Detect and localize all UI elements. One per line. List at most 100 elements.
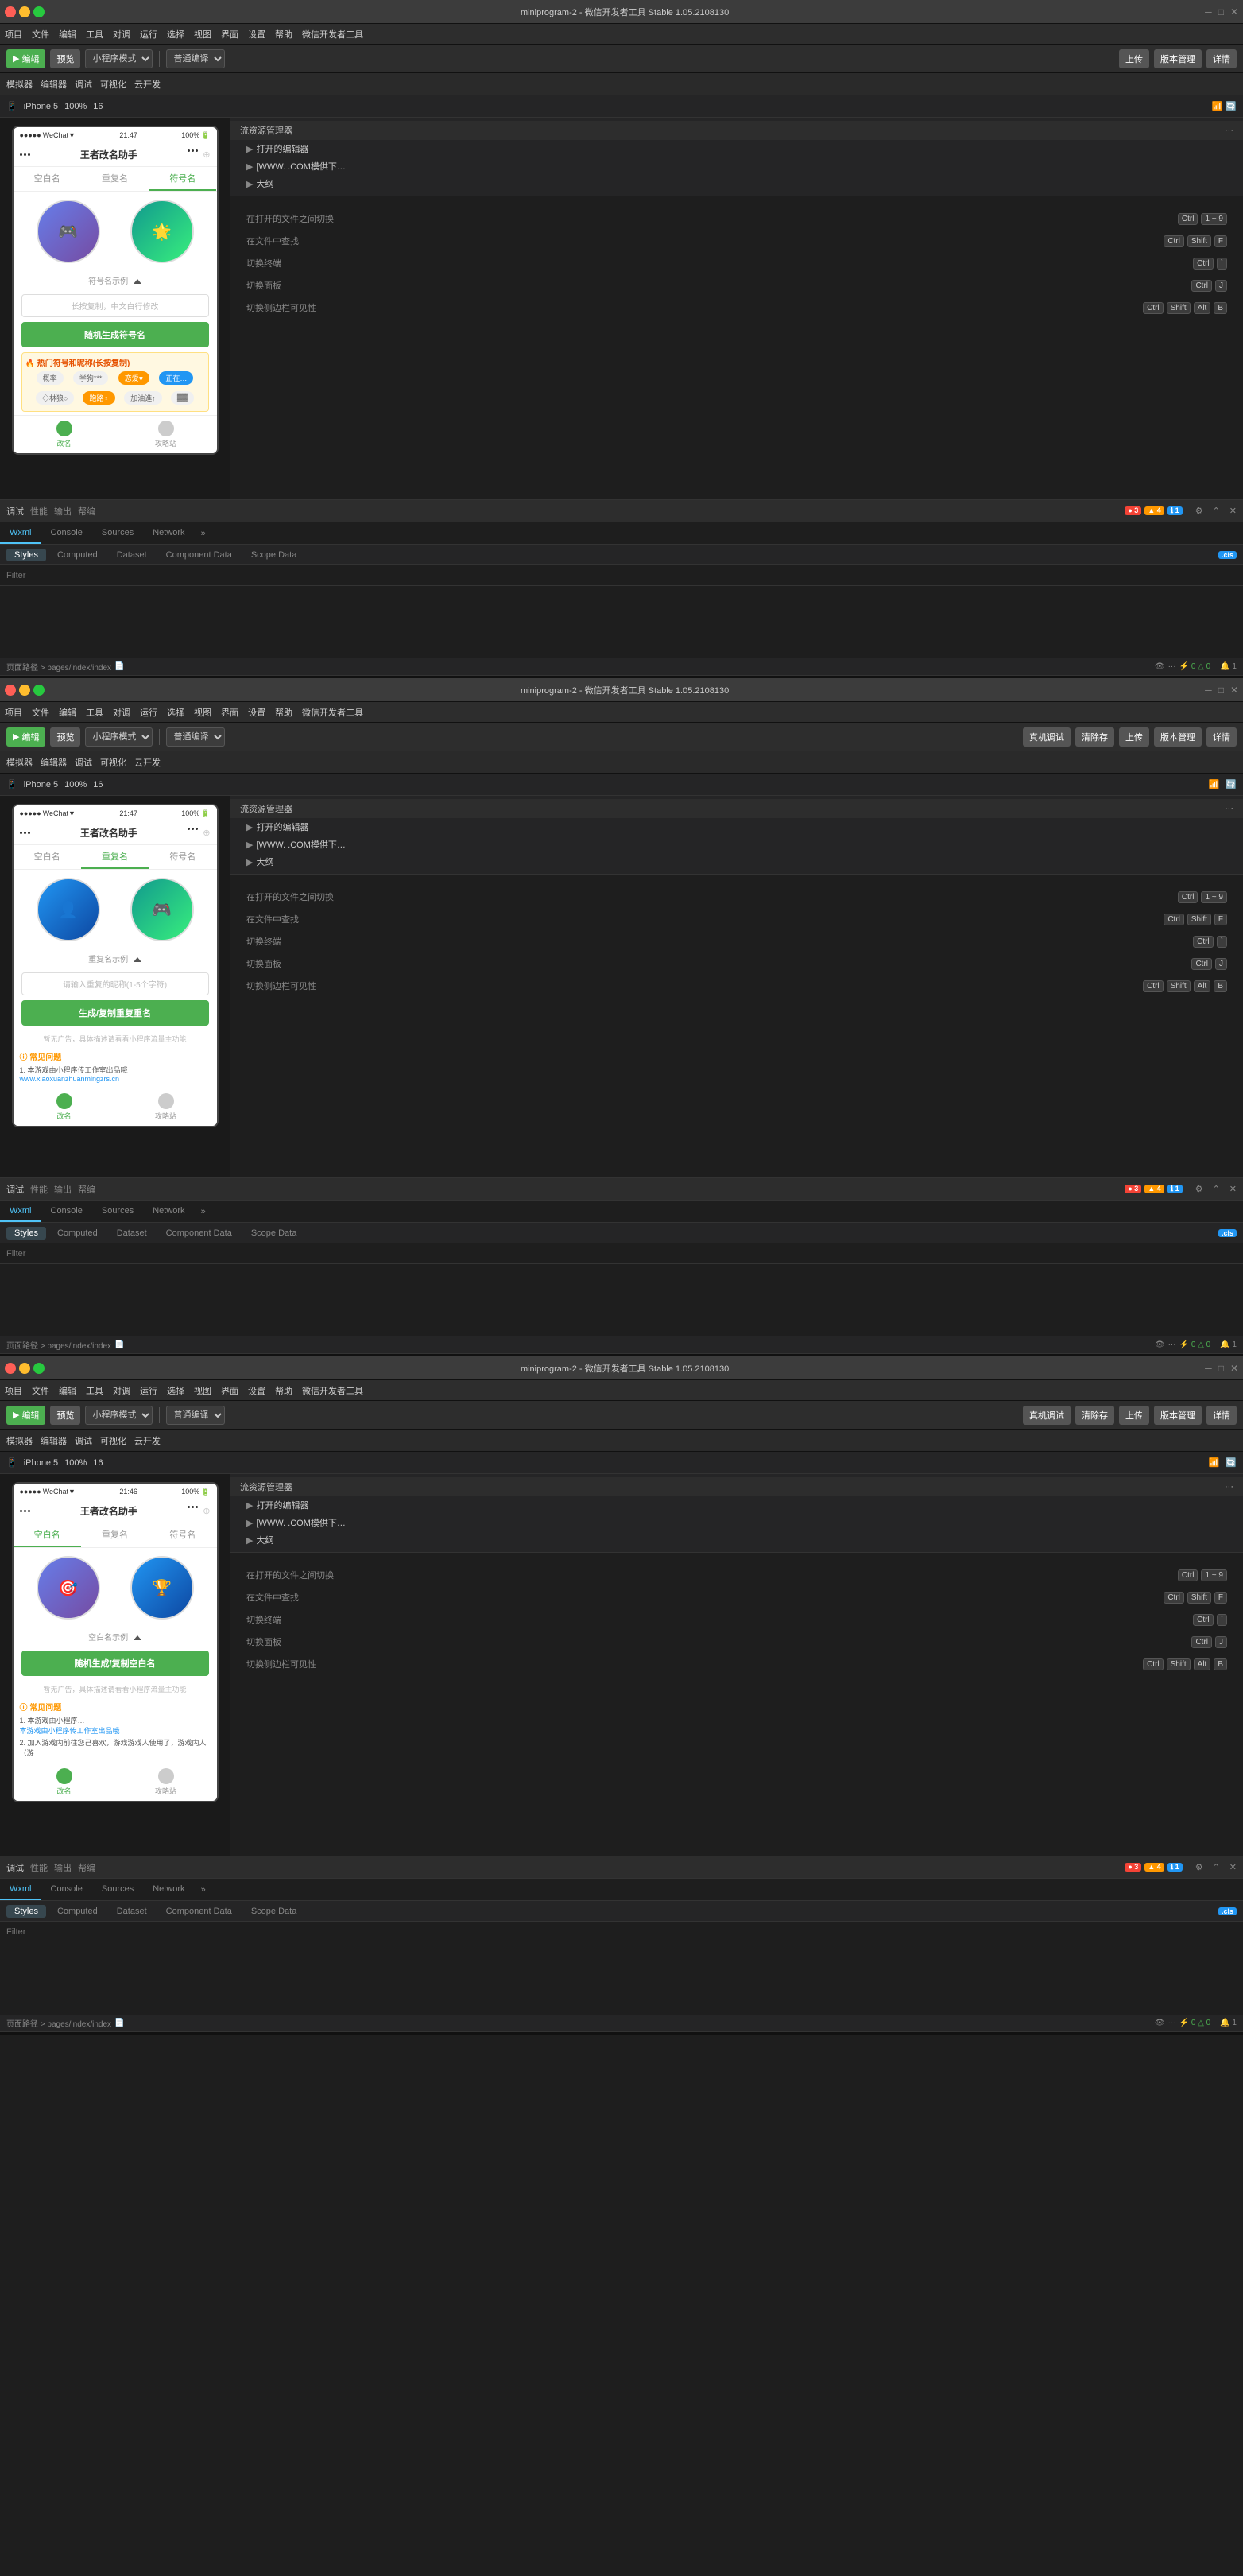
phone-gen-btn-1[interactable]: 随机生成符号名 bbox=[21, 322, 209, 347]
close-devtools-icon-1[interactable]: ✕ bbox=[1229, 506, 1237, 516]
menu-wechat-3[interactable]: 微信开发者工具 bbox=[302, 1384, 363, 1397]
subtool-cloud-1[interactable]: 云开发 bbox=[134, 78, 161, 91]
dst-scopedata-1[interactable]: Scope Data bbox=[243, 549, 304, 561]
detail-btn-2[interactable]: 详情 bbox=[1206, 727, 1237, 747]
dt-wxml-1[interactable]: Wxml bbox=[0, 522, 41, 544]
devtools-tab-output-2[interactable]: 输出 bbox=[54, 1183, 72, 1196]
menu-project-2[interactable]: 项目 bbox=[5, 706, 22, 719]
dt-wxml-3[interactable]: Wxml bbox=[0, 1879, 41, 1900]
menu-view-1[interactable]: 视图 bbox=[194, 28, 211, 41]
translate-select-1[interactable]: 普通编译 bbox=[166, 49, 225, 68]
menu-settings-3[interactable]: 设置 bbox=[248, 1384, 265, 1397]
compile-btn-1[interactable]: ▶ 编辑 bbox=[6, 49, 45, 68]
phone-input-2[interactable]: 请输入重复的昵称(1-5个字符) bbox=[21, 972, 209, 995]
dst-computed-2[interactable]: Computed bbox=[49, 1227, 106, 1240]
menu-interface-3[interactable]: 界面 bbox=[221, 1384, 238, 1397]
menu-debug-1[interactable]: 对调 bbox=[113, 28, 130, 41]
upload-btn-1[interactable]: 上传 bbox=[1119, 49, 1149, 68]
subtool-editor-2[interactable]: 编辑器 bbox=[41, 756, 67, 769]
menu-settings-2[interactable]: 设置 bbox=[248, 706, 265, 719]
minimize-icon-2[interactable]: ─ bbox=[1205, 685, 1212, 696]
detail-btn-3[interactable]: 详情 bbox=[1206, 1406, 1237, 1425]
nav-strategy-3[interactable]: 攻略站 bbox=[115, 1763, 217, 1801]
subtool-simulator-2[interactable]: 模拟器 bbox=[6, 756, 33, 769]
menu-select-3[interactable]: 选择 bbox=[167, 1384, 184, 1397]
dst-dataset-2[interactable]: Dataset bbox=[109, 1227, 155, 1240]
devtools-tab-output-1[interactable]: 输出 bbox=[54, 505, 72, 518]
translate-select-2[interactable]: 普通编译 bbox=[166, 727, 225, 747]
file-tree-more-1[interactable]: ··· bbox=[1225, 126, 1233, 135]
real-test-btn-3[interactable]: 真机调试 bbox=[1023, 1406, 1071, 1425]
settings-icon-3[interactable]: ⚙ bbox=[1195, 1862, 1203, 1872]
tab-repeat-name-3[interactable]: 重复名 bbox=[81, 1523, 149, 1547]
dst-dataset-3[interactable]: Dataset bbox=[109, 1905, 155, 1918]
subtool-cloud-3[interactable]: 云开发 bbox=[134, 1434, 161, 1447]
dt-network-2[interactable]: Network bbox=[143, 1201, 194, 1222]
maximize-icon-3[interactable]: □ bbox=[1218, 1363, 1224, 1374]
cls-badge-3[interactable]: .cls bbox=[1218, 1907, 1237, 1915]
max-btn-2[interactable] bbox=[33, 685, 45, 696]
tab-repeat-name-1[interactable]: 重复名 bbox=[81, 167, 149, 191]
subtool-debug-3[interactable]: 调试 bbox=[75, 1434, 92, 1447]
collapse-icon-1[interactable]: ⌃ bbox=[1213, 506, 1220, 516]
dt-console-2[interactable]: Console bbox=[41, 1201, 92, 1222]
cls-badge-2[interactable]: .cls bbox=[1218, 1229, 1237, 1237]
menu-file-3[interactable]: 文件 bbox=[32, 1384, 49, 1397]
dst-compdata-2[interactable]: Component Data bbox=[158, 1227, 240, 1240]
filter-input-1[interactable] bbox=[6, 571, 1237, 580]
close-icon-2[interactable]: ✕ bbox=[1230, 685, 1238, 696]
dst-computed-3[interactable]: Computed bbox=[49, 1905, 106, 1918]
dt-more-1[interactable]: » bbox=[195, 529, 212, 538]
detail-btn-1[interactable]: 详情 bbox=[1206, 49, 1237, 68]
close-devtools-icon-3[interactable]: ✕ bbox=[1229, 1862, 1237, 1872]
maximize-icon-1[interactable]: □ bbox=[1218, 6, 1224, 17]
translate-select-3[interactable]: 普通编译 bbox=[166, 1406, 225, 1425]
menu-view-2[interactable]: 视图 bbox=[194, 706, 211, 719]
menu-select-1[interactable]: 选择 bbox=[167, 28, 184, 41]
tab-symbol-name-1[interactable]: 符号名 bbox=[149, 167, 216, 191]
devtools-tab-debug-2[interactable]: 调试 bbox=[6, 1183, 24, 1196]
dt-console-1[interactable]: Console bbox=[41, 522, 92, 544]
preview-btn-2[interactable]: 预览 bbox=[50, 727, 80, 747]
more-icon-1[interactable]: ··· bbox=[1168, 662, 1176, 671]
subtool-debug-1[interactable]: 调试 bbox=[75, 78, 92, 91]
save-btn-2[interactable]: 清除存 bbox=[1075, 727, 1114, 747]
menu-file-2[interactable]: 文件 bbox=[32, 706, 49, 719]
file-tree-item-1-1[interactable]: ▶ 打开的编辑器 bbox=[230, 140, 1243, 157]
close-icon-1[interactable]: ✕ bbox=[1230, 6, 1238, 17]
filter-input-3[interactable] bbox=[6, 1927, 1237, 1937]
eye-icon-3[interactable]: 👁 bbox=[1155, 2019, 1165, 2027]
file-tree-item-3-3[interactable]: ▶ 大纲 bbox=[230, 1531, 1243, 1549]
dt-console-3[interactable]: Console bbox=[41, 1879, 92, 1900]
menu-view-3[interactable]: 视图 bbox=[194, 1384, 211, 1397]
devtools-tab-output-3[interactable]: 输出 bbox=[54, 1861, 72, 1874]
more-icon-2[interactable]: ··· bbox=[1168, 1340, 1176, 1349]
file-tree-more-2[interactable]: ··· bbox=[1225, 804, 1233, 813]
upload-btn-3[interactable]: 上传 bbox=[1119, 1406, 1149, 1425]
max-btn-3[interactable] bbox=[33, 1363, 45, 1374]
menu-project-3[interactable]: 项目 bbox=[5, 1384, 22, 1397]
menu-run-1[interactable]: 运行 bbox=[140, 28, 157, 41]
nav-rename-2[interactable]: 改名 bbox=[14, 1088, 115, 1126]
menu-help-2[interactable]: 帮助 bbox=[275, 706, 292, 719]
dst-scopedata-2[interactable]: Scope Data bbox=[243, 1227, 304, 1240]
file-tree-item-2-1[interactable]: ▶ 打开的编辑器 bbox=[230, 818, 1243, 836]
max-btn-1[interactable] bbox=[33, 6, 45, 17]
devtools-tab-edit-2[interactable]: 帮编 bbox=[78, 1183, 95, 1196]
mode-select-2[interactable]: 小程序模式 bbox=[85, 727, 153, 747]
dst-compdata-1[interactable]: Component Data bbox=[158, 549, 240, 561]
nav-strategy-1[interactable]: 攻略站 bbox=[115, 416, 217, 453]
close-btn-1[interactable] bbox=[5, 6, 16, 17]
version-btn-1[interactable]: 版本管理 bbox=[1154, 49, 1202, 68]
dt-sources-1[interactable]: Sources bbox=[92, 522, 143, 544]
faq-link-2-1[interactable]: www.xiaoxuanzhuanmingzrs.cn bbox=[20, 1075, 120, 1083]
menu-help-3[interactable]: 帮助 bbox=[275, 1384, 292, 1397]
preview-btn-1[interactable]: 预览 bbox=[50, 49, 80, 68]
preview-btn-3[interactable]: 预览 bbox=[50, 1406, 80, 1425]
dst-styles-2[interactable]: Styles bbox=[6, 1227, 46, 1240]
collapse-icon-3[interactable]: ⌃ bbox=[1213, 1862, 1220, 1872]
subtool-simulator-1[interactable]: 模拟器 bbox=[6, 78, 33, 91]
dt-sources-3[interactable]: Sources bbox=[92, 1879, 143, 1900]
file-tree-item-2-3[interactable]: ▶ 大纲 bbox=[230, 853, 1243, 871]
dst-compdata-3[interactable]: Component Data bbox=[158, 1905, 240, 1918]
